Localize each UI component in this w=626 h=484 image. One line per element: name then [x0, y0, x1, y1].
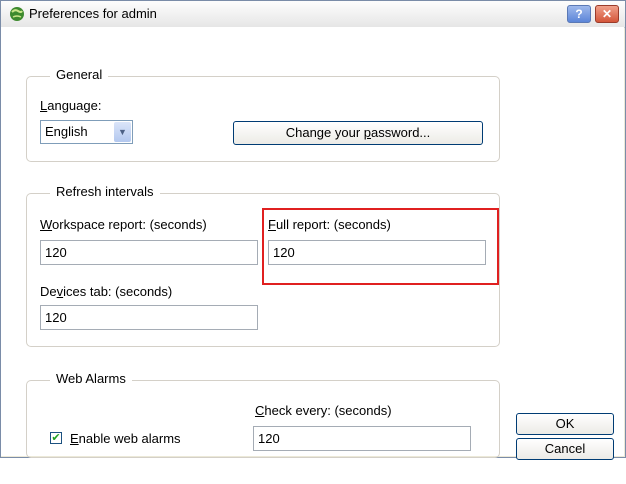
chevron-down-icon[interactable]: ▼ [114, 122, 131, 142]
window-title: Preferences for admin [29, 6, 157, 21]
workspace-report-label: Workspace report: (seconds) [40, 217, 207, 232]
refresh-intervals-legend: Refresh intervals [50, 184, 160, 199]
change-password-label: Change your password... [285, 125, 431, 140]
language-select[interactable]: English ▼ [40, 120, 133, 144]
general-group [26, 76, 500, 162]
devices-tab-label: Devices tab: (seconds) [40, 284, 173, 299]
language-label: Language: [40, 98, 102, 113]
check-every-label: Check every: (seconds) [255, 403, 392, 418]
close-button[interactable]: ✕ [595, 5, 619, 23]
devices-tab-field[interactable]: 120 [40, 305, 258, 330]
general-legend: General [50, 67, 109, 82]
ok-button[interactable]: OK [516, 413, 614, 435]
check-every-field[interactable]: 120 [253, 426, 471, 451]
app-globe-icon [10, 7, 24, 21]
cancel-button[interactable]: Cancel [516, 438, 614, 460]
workspace-report-field[interactable]: 120 [40, 240, 258, 265]
title-bar[interactable]: Preferences for admin ? ✕ [1, 1, 625, 28]
language-value: English [45, 124, 88, 139]
help-button[interactable]: ? [567, 5, 591, 23]
enable-web-alarms-label[interactable]: Enable web alarms [70, 431, 181, 446]
change-password-button[interactable]: Change your password... [233, 121, 483, 145]
web-alarms-legend: Web Alarms [50, 371, 132, 386]
enable-web-alarms-checkbox[interactable]: ✔ [50, 432, 62, 444]
button-panel [507, 27, 624, 456]
highlight-box [262, 208, 499, 285]
